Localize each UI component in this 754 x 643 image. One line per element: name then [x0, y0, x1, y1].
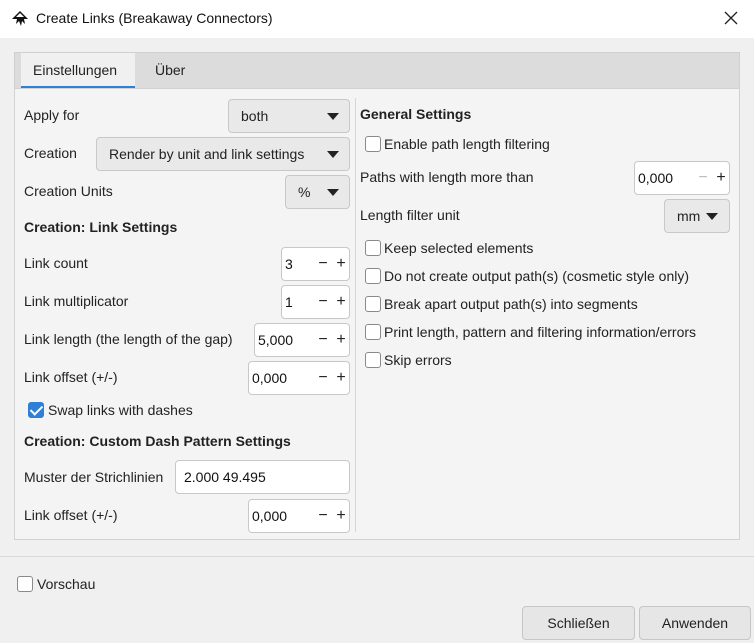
chevron-down-icon: [327, 113, 339, 120]
decrement-button[interactable]: −: [694, 162, 712, 194]
length-unit-value: mm: [677, 208, 701, 224]
decrement-button[interactable]: −: [314, 362, 332, 394]
close-dialog-button[interactable]: Schließen: [522, 606, 635, 640]
creation-units-value: %: [298, 184, 311, 200]
creation-value: Render by unit and link settings: [109, 146, 305, 162]
no-output-checkbox[interactable]: [365, 268, 381, 284]
decrement-button[interactable]: −: [314, 248, 332, 280]
chevron-down-icon: [327, 189, 339, 196]
decrement-button[interactable]: −: [314, 286, 332, 318]
dash-pattern-input[interactable]: 2.000 49.495: [175, 460, 350, 494]
apply-for-value: both: [241, 108, 269, 124]
link-offset-label: Link offset (+/-): [24, 369, 118, 385]
link-multiplicator-value: 1: [285, 294, 293, 310]
paths-length-value: 0,000: [638, 170, 674, 186]
increment-button[interactable]: +: [332, 362, 350, 394]
dash-pattern-header: Creation: Custom Dash Pattern Settings: [24, 433, 291, 449]
chevron-down-icon: [706, 213, 718, 220]
increment-button[interactable]: +: [712, 162, 730, 194]
skip-errors-checkbox[interactable]: [365, 352, 381, 368]
keep-selected-label: Keep selected elements: [384, 240, 534, 256]
break-apart-checkbox[interactable]: [365, 296, 381, 312]
paths-length-label: Paths with length more than: [360, 169, 534, 185]
close-button[interactable]: [708, 0, 754, 38]
link-count-value: 3: [285, 256, 293, 272]
link-count-spinner[interactable]: 3 − +: [281, 247, 350, 281]
creation-select[interactable]: Render by unit and link settings: [96, 137, 350, 171]
length-unit-label: Length filter unit: [360, 207, 460, 223]
general-settings-header: General Settings: [360, 106, 472, 122]
preview-checkbox[interactable]: [17, 576, 33, 592]
apply-for-label: Apply for: [24, 107, 80, 123]
title-bar: Create Links (Breakaway Connectors): [0, 0, 754, 38]
link-length-value: 5,000: [258, 332, 294, 348]
dash-offset-value: 0,000: [252, 508, 288, 524]
footer-divider: [0, 556, 754, 557]
swap-links-checkbox[interactable]: [28, 402, 44, 418]
swap-links-label: Swap links with dashes: [48, 402, 193, 418]
creation-units-select[interactable]: %: [285, 175, 350, 209]
window-title: Create Links (Breakaway Connectors): [36, 10, 273, 26]
enable-filter-checkbox[interactable]: [365, 136, 381, 152]
increment-button[interactable]: +: [332, 286, 350, 318]
enable-filter-label: Enable path length filtering: [384, 136, 550, 152]
paths-length-spinner[interactable]: 0,000 − +: [634, 161, 730, 195]
link-length-label: Link length (the length of the gap): [24, 331, 233, 347]
apply-button[interactable]: Anwenden: [639, 606, 751, 640]
tab-einstellungen[interactable]: Einstellungen: [21, 53, 135, 89]
creation-label: Creation: [24, 145, 77, 161]
tab-bar: Einstellungen Über: [14, 52, 740, 89]
close-icon: [724, 11, 738, 28]
link-multiplicator-label: Link multiplicator: [24, 293, 129, 309]
chevron-down-icon: [327, 151, 339, 158]
decrement-button[interactable]: −: [314, 500, 332, 532]
skip-errors-label: Skip errors: [384, 352, 452, 368]
link-settings-header: Creation: Link Settings: [24, 219, 178, 235]
no-output-label: Do not create output path(s) (cosmetic s…: [384, 268, 690, 284]
link-multiplicator-spinner[interactable]: 1 − +: [281, 285, 350, 319]
keep-selected-checkbox[interactable]: [365, 240, 381, 256]
length-unit-select[interactable]: mm: [664, 199, 730, 233]
print-info-checkbox[interactable]: [365, 324, 381, 340]
print-info-label: Print length, pattern and filtering info…: [384, 324, 697, 340]
decrement-button[interactable]: −: [314, 324, 332, 356]
link-count-label: Link count: [24, 255, 88, 271]
tab-ueber[interactable]: Über: [143, 53, 197, 88]
preview-label: Vorschau: [37, 576, 96, 592]
increment-button[interactable]: +: [332, 500, 350, 532]
dash-offset-label: Link offset (+/-): [24, 507, 118, 523]
link-length-spinner[interactable]: 5,000 − +: [254, 323, 350, 357]
break-apart-label: Break apart output path(s) into segments: [384, 296, 638, 312]
creation-units-label: Creation Units: [24, 183, 113, 199]
column-divider: [355, 98, 356, 532]
dash-pattern-label: Muster der Strichlinien: [24, 469, 164, 485]
dash-offset-spinner[interactable]: 0,000 − +: [248, 499, 350, 533]
apply-for-select[interactable]: both: [228, 99, 350, 133]
link-offset-spinner[interactable]: 0,000 − +: [248, 361, 350, 395]
increment-button[interactable]: +: [332, 248, 350, 280]
link-offset-value: 0,000: [252, 370, 288, 386]
increment-button[interactable]: +: [332, 324, 350, 356]
inkscape-icon: [10, 10, 30, 28]
